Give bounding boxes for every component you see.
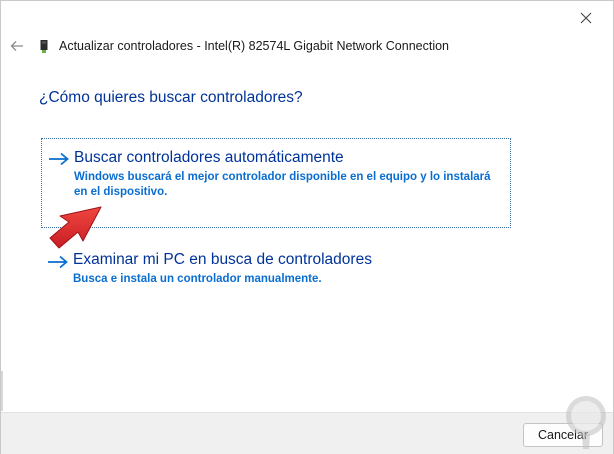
watermark-logo-icon: [566, 396, 606, 449]
search-automatically-option[interactable]: Buscar controladores automáticamente Win…: [41, 138, 511, 228]
option-description: Windows buscará el mejor controlador dis…: [74, 171, 491, 198]
dialog-window: Actualizar controladores - Intel(R) 8257…: [0, 0, 614, 454]
arrow-left-icon: [10, 41, 23, 51]
option-description: Busca e instala un controlador manualmen…: [73, 273, 322, 285]
window-title: Actualizar controladores - Intel(R) 8257…: [59, 39, 450, 53]
page-question: ¿Cómo quieres buscar controladores?: [39, 89, 303, 106]
close-button[interactable]: [571, 7, 601, 29]
arrow-right-icon: [49, 152, 69, 166]
browse-my-pc-option[interactable]: Examinar mi PC en busca de controladores…: [41, 241, 511, 301]
close-icon: [580, 12, 592, 24]
back-button[interactable]: [7, 37, 27, 55]
option-title: Buscar controladores automáticamente: [74, 149, 344, 166]
window-edge: [1, 371, 3, 411]
network-adapter-icon: [40, 40, 48, 53]
annotation-arrow-icon: [49, 206, 102, 249]
option-title: Examinar mi PC en busca de controladores: [73, 251, 372, 268]
arrow-right-icon: [48, 255, 68, 269]
dialog-footer: Cancelar: [1, 412, 613, 454]
title-bar: Actualizar controladores - Intel(R) 8257…: [1, 31, 613, 61]
